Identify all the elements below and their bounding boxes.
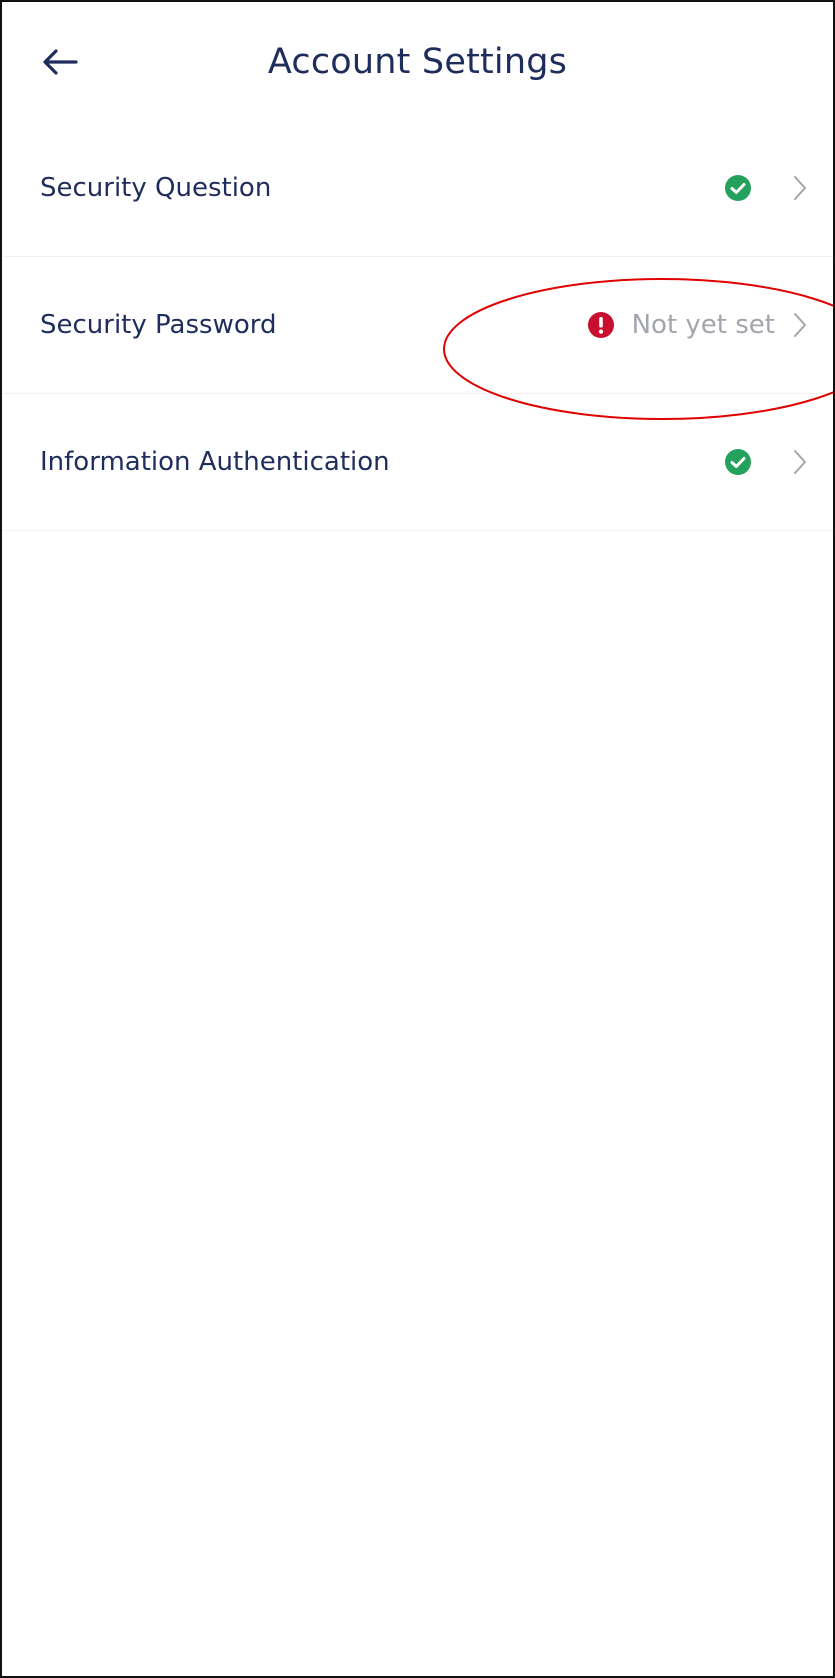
check-circle-icon [723,173,753,203]
settings-row-security-password[interactable]: Security Password Not yet set [2,257,833,394]
check-circle-icon [723,447,753,477]
chevron-right-icon [789,310,811,340]
settings-row-status [723,173,811,203]
settings-row-security-question[interactable]: Security Question [2,120,833,257]
chevron-right-icon [789,173,811,203]
settings-row-status [723,447,811,477]
app-frame: Account Settings Security Question Secur… [0,0,835,1678]
exclamation-circle-icon [586,310,616,340]
settings-row-information-authentication[interactable]: Information Authentication [2,394,833,531]
settings-row-label: Security Question [40,173,272,203]
top-bar: Account Settings [2,2,833,120]
chevron-right-icon [789,447,811,477]
page-title: Account Settings [267,42,568,82]
settings-row-label: Information Authentication [40,447,390,477]
status-text: Not yet set [631,310,775,340]
settings-row-label: Security Password [40,310,277,340]
settings-list: Security Question Security Password Not … [2,120,833,531]
settings-row-status: Not yet set [586,310,811,340]
